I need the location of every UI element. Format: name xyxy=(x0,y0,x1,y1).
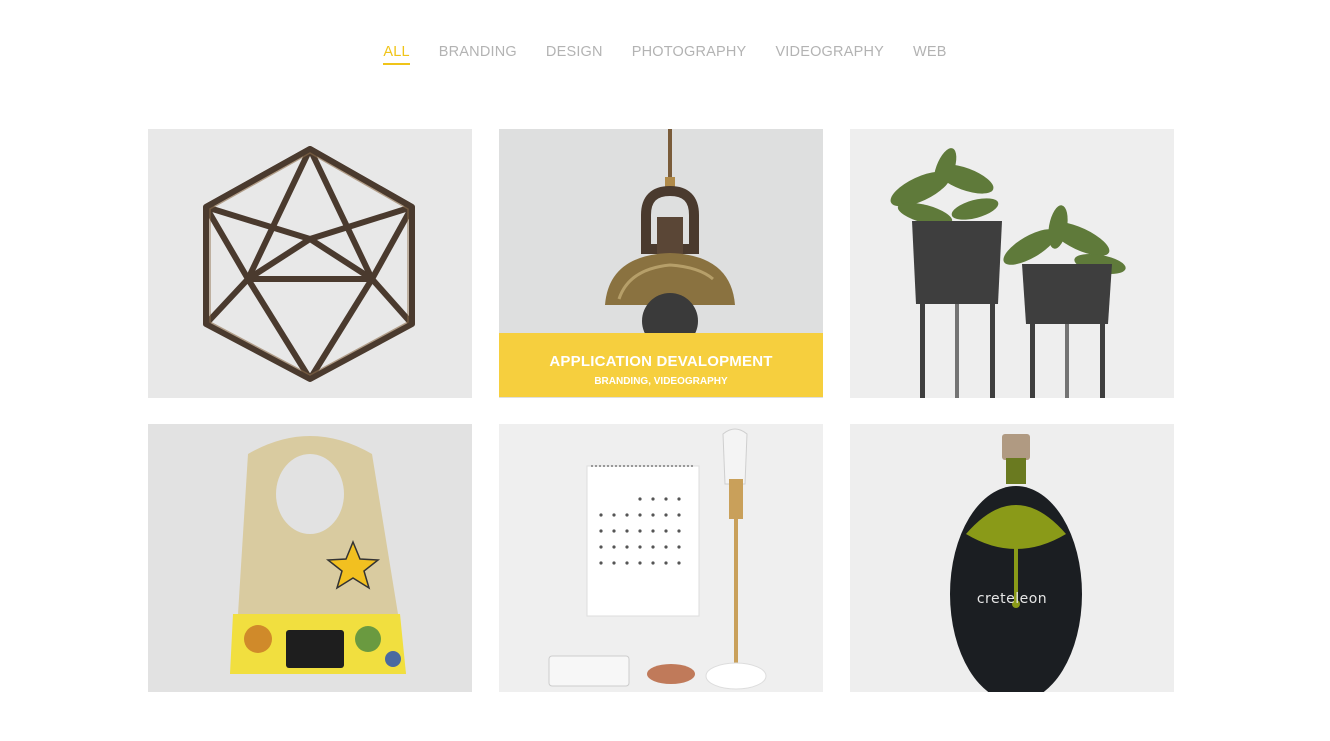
filter-design[interactable]: DESIGN xyxy=(546,44,603,65)
filter-branding[interactable]: BRANDING xyxy=(439,44,517,65)
portfolio-item-baby-bib[interactable] xyxy=(148,424,472,692)
portfolio-item-categories: BRANDING, VIDEOGRAPHY xyxy=(594,376,728,387)
portfolio-item-title: APPLICATION DEVALOPMENT xyxy=(549,353,773,370)
portfolio-grid: APPLICATION DEVALOPMENT BRANDING, VIDEOG… xyxy=(148,129,1174,692)
portfolio-item-potted-plants[interactable] xyxy=(850,129,1174,398)
portfolio-filter-nav: ALL BRANDING DESIGN PHOTOGRAPHY VIDEOGRA… xyxy=(0,44,1330,65)
portfolio-item-calendar-lamp[interactable] xyxy=(499,424,823,692)
bottle-brand-label: creteleon xyxy=(976,591,1048,607)
filter-web[interactable]: WEB xyxy=(913,44,947,65)
filter-videography[interactable]: VIDEOGRAPHY xyxy=(775,44,884,65)
potted-plants-image xyxy=(850,129,1174,398)
calendar-lamp-image xyxy=(499,424,823,692)
baby-bib-image xyxy=(148,424,472,692)
portfolio-item-geometric-sculpture[interactable] xyxy=(148,129,472,398)
olive-oil-bottle-image xyxy=(850,424,1174,692)
filter-all[interactable]: ALL xyxy=(383,44,410,65)
geometric-sculpture-image xyxy=(148,129,472,398)
portfolio-item-overlay: APPLICATION DEVALOPMENT BRANDING, VIDEOG… xyxy=(499,333,823,397)
filter-photography[interactable]: PHOTOGRAPHY xyxy=(632,44,747,65)
portfolio-item-application-development[interactable]: APPLICATION DEVALOPMENT BRANDING, VIDEOG… xyxy=(499,129,823,398)
portfolio-item-olive-oil-bottle[interactable]: creteleon xyxy=(850,424,1174,692)
